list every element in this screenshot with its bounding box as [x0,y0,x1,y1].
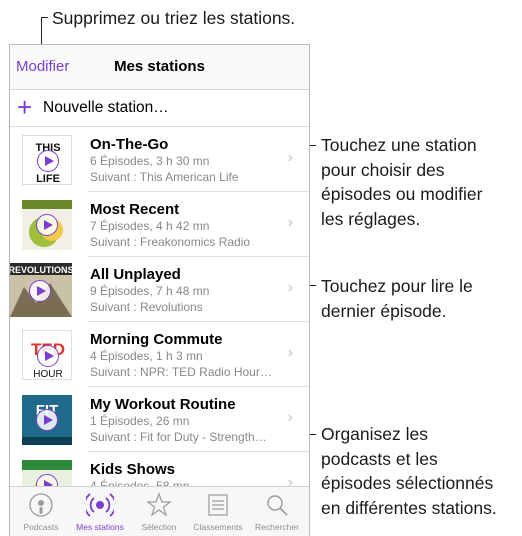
station-meta: 7 Épisodes, 4 h 42 mn Suivant : Freakono… [90,219,251,249]
chevron-right-icon: › [287,344,293,361]
podcast-icon [12,491,70,519]
plus-icon: + [17,92,33,122]
nav-bar: Modifier Mes stations [10,45,309,90]
station-row-most-recent[interactable]: Most Recent 7 Épisodes, 4 h 42 mn Suivan… [10,192,309,257]
artwork-freakonomics [22,200,72,250]
artwork-ted-radio-hour: TED HOUR [22,330,72,380]
play-icon[interactable] [36,409,58,431]
callout-play-latest: Touchez pour lire le dernier épisode. [321,276,473,321]
station-row-morning-commute[interactable]: TED HOUR Morning Commute 4 Épisodes, 1 h… [10,322,309,387]
new-station-button[interactable]: + Nouvelle station… [10,90,309,127]
station-title: All Unplayed [90,266,181,283]
tab-top-charts[interactable]: Classements [189,487,247,536]
chevron-right-icon: › [287,409,293,426]
tab-label: Rechercher [255,522,299,532]
play-icon[interactable] [37,345,59,367]
callout-station-tap: Touchez une station pour choisir des épi… [321,135,483,229]
station-title: On-The-Go [90,136,169,153]
chevron-right-icon: › [287,214,293,231]
station-meta: 6 Épisodes, 3 h 30 mn Suivant : This Ame… [90,154,239,184]
play-icon[interactable] [37,150,59,172]
callout-organize: Organisez les podcasts et les épisodes s… [321,424,497,518]
svg-text:HOUR: HOUR [33,369,62,380]
list-icon [189,491,247,519]
station-row-workout[interactable]: FIT My Workout Routine 1 Épisodes, 26 mn… [10,387,309,452]
tab-bar: Podcasts Mes stations Sélection Classeme… [10,486,309,536]
play-icon[interactable] [29,280,51,302]
station-title: My Workout Routine [90,396,236,413]
station-title: Kids Shows [90,461,176,478]
station-row-on-the-go[interactable]: THIS LIFE On-The-Go 6 Épisodes, 3 h 30 m… [10,127,309,192]
new-station-label: Nouvelle station… [43,99,169,116]
artwork-revolutions: REVOLUTIONS [10,263,72,317]
callout-delete-sort: Supprimez ou triez les stations. [52,8,296,28]
search-icon [248,491,306,519]
phone-screen: Modifier Mes stations + Nouvelle station… [9,44,310,536]
tab-label: Mes stations [76,522,124,532]
play-icon[interactable] [36,214,58,236]
tab-search[interactable]: Rechercher [248,487,306,536]
tab-label: Podcasts [23,522,59,532]
chevron-right-icon: › [287,149,293,166]
star-icon [130,491,188,519]
station-title: Morning Commute [90,331,223,348]
station-meta: 4 Épisodes, 1 h 3 mn Suivant : NPR: TED … [90,349,272,379]
svg-text:REVOLUTIONS: REVOLUTIONS [10,265,72,275]
svg-text:LIFE: LIFE [36,173,60,185]
chevron-right-icon: › [287,279,293,296]
station-meta: 1 Épisodes, 26 mn Suivant : Fit for Duty… [90,414,267,444]
station-row-all-unplayed[interactable]: REVOLUTIONS All Unplayed 9 Épisodes, 7 h… [10,257,309,322]
tab-featured[interactable]: Sélection [130,487,188,536]
callout-tick-top [41,17,48,18]
station-title: Most Recent [90,201,180,218]
page-title: Mes stations [114,58,205,75]
tab-my-stations[interactable]: Mes stations [71,487,129,536]
tab-label: Classements [193,522,243,532]
stations-icon [71,491,129,519]
artwork-this-american-life: THIS LIFE [22,135,72,185]
artwork-fit-for-duty: FIT [22,395,72,445]
tab-podcasts[interactable]: Podcasts [12,487,70,536]
station-meta: 9 Épisodes, 7 h 48 mn Suivant : Revoluti… [90,284,210,314]
tab-label: Sélection [141,522,177,532]
